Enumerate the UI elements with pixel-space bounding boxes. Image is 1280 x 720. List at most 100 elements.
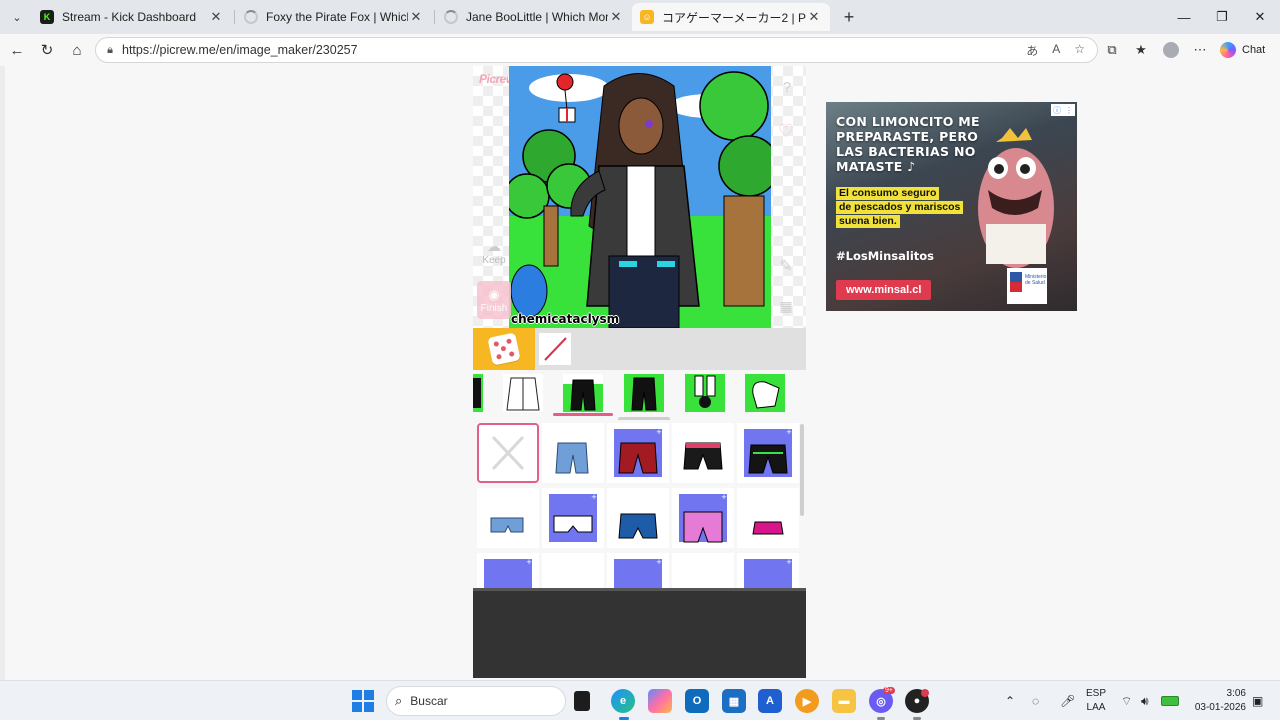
language-indicator[interactable]: ESP LAA (1086, 687, 1106, 715)
item-blue-shorts[interactable] (607, 488, 669, 548)
category-thumb[interactable] (473, 374, 483, 412)
ad-hashtag: #LosMinsalitos (836, 249, 935, 263)
copilot-chat-button[interactable]: Chat (1220, 39, 1265, 61)
canvas-preview: Picrew chemicataclysm ? ♡ ✎ ▦ ☁ Keep ◉ F… (473, 66, 806, 328)
address-bar[interactable]: 🔒︎ https://picrew.me/en/image_maker/2302… (95, 37, 1098, 63)
tab-actions-menu-button[interactable]: ⌄ (6, 6, 28, 28)
close-window-button[interactable]: ✕ (1240, 0, 1280, 34)
item-jeans-shorts[interactable] (542, 423, 604, 483)
microphone-icon[interactable]: 🎤︎ (1060, 681, 1075, 720)
none-x-icon (491, 435, 525, 471)
url-text: https://picrew.me/en/image_maker/230257 (122, 43, 358, 57)
keep-button[interactable]: ☁ Keep (479, 238, 509, 266)
ad-sub-line: suena bien. (836, 215, 900, 228)
item-none[interactable] (477, 423, 539, 483)
category-thumb-jacket[interactable] (503, 374, 543, 412)
pen-icon[interactable]: ✎ (773, 254, 799, 278)
picrew-icon: ☺ (640, 10, 654, 24)
profile-avatar[interactable] (1160, 39, 1182, 61)
minimize-button[interactable]: — (1164, 0, 1204, 34)
ad-url-button[interactable]: www.minsal.cl (836, 280, 932, 300)
item-row3-2[interactable] (542, 553, 604, 592)
tab-foxy[interactable]: Foxy the Pirate Fox | Which FNaF c ✕ (236, 3, 432, 31)
back-button[interactable]: ← (5, 38, 29, 62)
item-denim-shorts[interactable] (477, 488, 539, 548)
outlook-icon[interactable]: O (685, 689, 709, 713)
category-thumb-gloves[interactable] (745, 374, 785, 412)
store-icon[interactable]: ▦ (722, 689, 746, 713)
taskbar-search[interactable]: ⌕ Buscar (386, 686, 566, 716)
part-category-bar (473, 370, 806, 420)
loading-icon (244, 10, 258, 24)
item-white-shorts[interactable]: + (542, 488, 604, 548)
ad-choices-icon[interactable]: ⓘ ⋮ (1051, 104, 1075, 116)
tab-kick-dashboard[interactable]: K Stream - Kick Dashboard ✕ (32, 3, 232, 31)
translate-icon[interactable]: あ (1026, 42, 1038, 59)
clear-all-button[interactable] (539, 333, 571, 365)
item-pink-pants[interactable]: + (672, 488, 734, 548)
chat-label: Chat (1242, 44, 1266, 56)
ministry-logo-text: Ministerio de Salud (1025, 274, 1047, 286)
extensions-icon[interactable]: ⧉ (1101, 39, 1123, 61)
favorites-icon[interactable]: ★ (1130, 39, 1152, 61)
advertisement-banner[interactable]: Con limoncito me preparaste, pero las ba… (826, 102, 1077, 311)
copilot-icon (1220, 42, 1236, 58)
item-green-pants[interactable]: + (737, 423, 799, 483)
windows-start-icon[interactable] (352, 690, 374, 712)
plus-icon: + (786, 557, 792, 567)
refresh-button[interactable]: ↻ (35, 38, 59, 62)
finish-button[interactable]: ◉ Finish (477, 281, 511, 319)
active-category-indicator (553, 413, 613, 416)
task-view-icon[interactable] (574, 691, 590, 711)
media-app-icon[interactable]: ▶ (795, 689, 819, 713)
site-info-icon[interactable]: 🔒︎ (98, 44, 122, 57)
read-aloud-icon[interactable]: A (1052, 42, 1060, 59)
recording-dot (921, 689, 929, 697)
edge-browser-icon[interactable]: e (611, 689, 635, 713)
item-row3-3[interactable]: + (607, 553, 669, 592)
wifi-icon[interactable]: ⌔ (1121, 681, 1132, 720)
lang-top: ESP (1086, 688, 1107, 699)
items-scrollbar[interactable] (800, 424, 804, 516)
close-tab-icon[interactable]: ✕ (208, 9, 224, 25)
part-items-grid: + + + + + + + (473, 420, 806, 592)
item-row3-4[interactable] (672, 553, 734, 592)
tab-divider (234, 10, 235, 24)
item-black-pink-pants[interactable] (672, 423, 734, 483)
category-thumb-pants[interactable] (563, 374, 603, 412)
system-clock[interactable]: 3:06 03-01-2026 (1190, 687, 1246, 715)
keep-label: Keep (482, 255, 506, 266)
volume-icon[interactable]: 🔊︎ (1141, 681, 1149, 720)
loading-icon (444, 10, 458, 24)
show-hidden-icons[interactable]: ⌃ (1005, 681, 1015, 720)
new-tab-button[interactable]: + (838, 6, 860, 28)
close-tab-icon[interactable]: ✕ (408, 9, 424, 25)
tray-app-icon[interactable]: ◌ (1032, 681, 1039, 720)
grid-view-icon[interactable]: ▦ (775, 296, 797, 316)
restore-button[interactable]: ❐ (1202, 0, 1242, 34)
item-row3-1[interactable]: + (477, 553, 539, 592)
close-tab-icon[interactable]: ✕ (608, 9, 624, 25)
tab-jane-boolittle[interactable]: Jane BooLittle | Which Monster Hig ✕ (436, 3, 632, 31)
category-thumb-socks[interactable] (685, 374, 725, 412)
close-tab-icon[interactable]: ✕ (806, 9, 822, 25)
randomize-button[interactable] (473, 328, 535, 370)
copilot-app-icon[interactable] (648, 689, 672, 713)
discord-badge: 9+ (883, 687, 895, 694)
file-explorer-icon[interactable]: ▬ (832, 689, 856, 713)
tab-picrew[interactable]: ☺ コアゲーマーメーカー2 | Picrew - The Ch ✕ (632, 3, 830, 31)
home-button[interactable]: ⌂ (65, 38, 89, 62)
category-thumb-bottoms[interactable] (624, 374, 664, 412)
item-row3-5[interactable]: + (737, 553, 799, 592)
help-button[interactable]: ? (778, 78, 796, 96)
item-red-pants[interactable]: + (607, 423, 669, 483)
favorite-star-icon[interactable]: ☆ (1074, 42, 1085, 59)
notifications-icon[interactable]: ▣ (1252, 681, 1263, 720)
battery-icon[interactable] (1161, 681, 1179, 720)
ad-headline: Con limoncito me preparaste, pero las ba… (836, 114, 980, 174)
plus-icon: + (526, 557, 532, 567)
item-magenta-skirt[interactable] (737, 488, 799, 548)
editor-app-icon[interactable]: A (758, 689, 782, 713)
more-menu-icon[interactable]: ⋯ (1189, 39, 1211, 61)
heart-icon[interactable]: ♡ (773, 120, 799, 142)
